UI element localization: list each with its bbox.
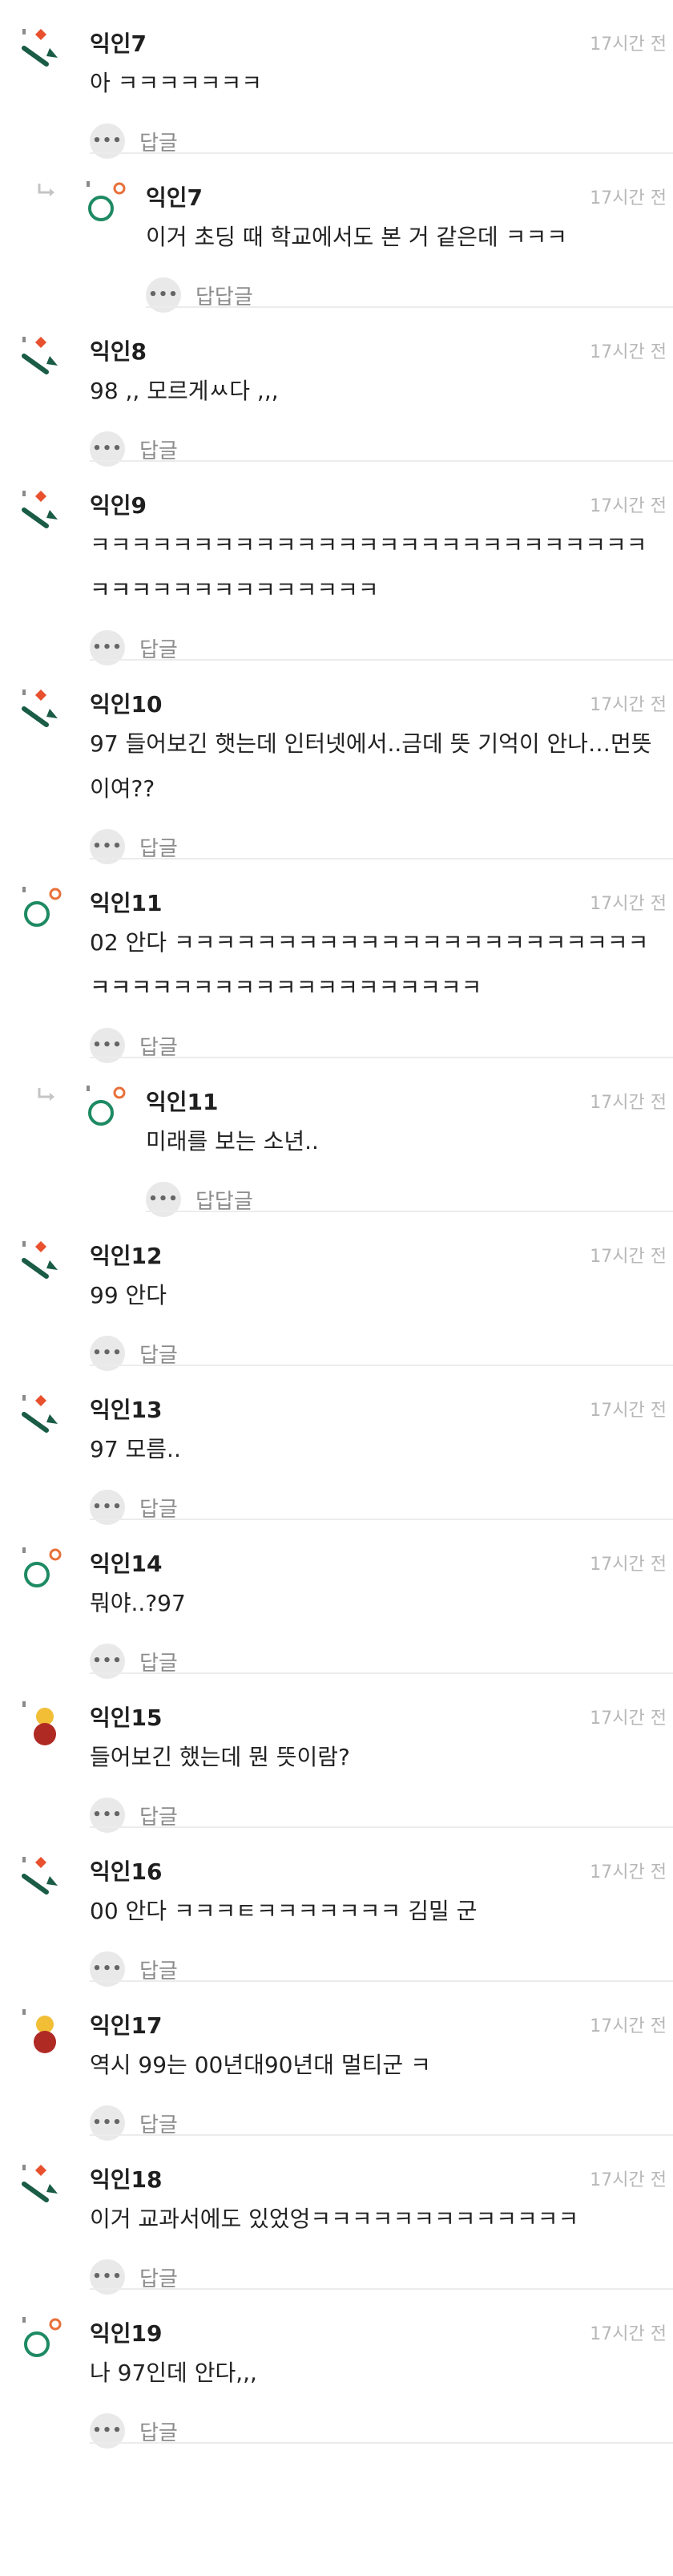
comment-item: 익인13 17시간 전 97 모름.. ••• 답글 bbox=[0, 1366, 673, 1525]
comment-text: 97 모름.. bbox=[90, 1436, 181, 1462]
comment-item: 익인19 17시간 전나 97인데 안다,,, ••• 답글 bbox=[0, 2290, 673, 2449]
comment-item: 익인16 17시간 전 00 안다 ㅋㅋㅋㅌㅋㅋㅋㅋㅋㅋㅋ 김밀 군 ••• 답글 bbox=[0, 1828, 673, 1987]
reply-button[interactable]: 답답글 bbox=[195, 1185, 253, 1215]
snowman-avatar-icon[interactable] bbox=[19, 1696, 67, 1748]
comment-timestamp: 17시간 전 bbox=[590, 188, 667, 208]
comment-timestamp: 17시간 전 bbox=[590, 695, 667, 715]
green-flag-avatar-icon[interactable] bbox=[19, 22, 67, 74]
comment-timestamp: 17시간 전 bbox=[590, 1862, 667, 1882]
reply-arrow-icon bbox=[35, 181, 56, 202]
comment-author[interactable]: 익인16 bbox=[90, 1860, 163, 1884]
comment-timestamp: 17시간 전 bbox=[590, 342, 667, 362]
divider bbox=[90, 2442, 673, 2444]
green-flag-avatar-icon[interactable] bbox=[19, 1389, 67, 1440]
comment-author[interactable]: 익인19 bbox=[90, 2322, 163, 2346]
comment-timestamp: 17시간 전 bbox=[590, 2324, 667, 2344]
reply-button[interactable]: 답글 bbox=[139, 1955, 178, 1984]
comment-item: 익인18 17시간 전 이거 교과서에도 있었엉ㅋㅋㅋㅋㅋㅋㅋㅋㅋㅋㅋㅋㅋ ••• 답글 bbox=[0, 2136, 673, 2295]
comment-author[interactable]: 익인14 bbox=[90, 1552, 163, 1576]
comment-author[interactable]: 익인10 bbox=[90, 693, 163, 717]
comment-text: 00 안다 ㅋㅋㅋㅌㅋㅋㅋㅋㅋㅋㅋ 김밀 군 bbox=[90, 1898, 478, 1924]
comment-item: 익인8 17시간 전 98 ,, 모르게ㅆ다 ,,, ••• 답글 bbox=[0, 308, 673, 467]
comment-author[interactable]: 익인11 bbox=[146, 1090, 219, 1114]
ring-avatar-icon[interactable] bbox=[19, 1543, 67, 1594]
reply-button[interactable]: 답글 bbox=[139, 2416, 178, 2446]
comment-timestamp: 17시간 전 bbox=[590, 496, 667, 516]
comment-text: ㅋㅋㅋㅋㅋㅋㅋㅋㅋㅋㅋㅋㅋㅋ bbox=[90, 576, 379, 603]
comment-text: 97 들어보긴 햇는데 인터넷에서..금데 뜻 기억이 안나…먼뜻 bbox=[90, 730, 652, 757]
reply-button[interactable]: 답글 bbox=[139, 1801, 178, 1830]
ring-avatar-icon[interactable] bbox=[19, 2312, 67, 2364]
reply-button[interactable]: 답글 bbox=[139, 832, 178, 862]
comment-text: 미래를 보는 소년.. bbox=[146, 1128, 319, 1155]
comment-timestamp: 17시간 전 bbox=[590, 2170, 667, 2190]
reply-button[interactable]: 답글 bbox=[139, 435, 178, 464]
comment-author[interactable]: 익인11 bbox=[90, 892, 163, 916]
comment-author[interactable]: 익인9 bbox=[90, 494, 147, 518]
comment-item: 익인11 17시간 전 02 안다 ㅋㅋㅋㅋㅋㅋㅋㅋㅋㅋㅋㅋㅋㅋㅋㅋㅋㅋㅋㅋㅋㅋㅋㅋ… bbox=[0, 859, 673, 1063]
green-flag-avatar-icon[interactable] bbox=[19, 1850, 67, 1902]
reply-button[interactable]: 답글 bbox=[139, 1031, 178, 1061]
green-flag-avatar-icon[interactable] bbox=[19, 484, 67, 536]
reply-button[interactable]: 답글 bbox=[139, 1339, 178, 1369]
reply-comment: 익인11 17시간 전 미래를 보는 소년.. ••• 답답글 bbox=[0, 1058, 673, 1217]
comment-author[interactable]: 익인12 bbox=[90, 1244, 163, 1268]
comment-item: 익인9 17시간 전 ㅋㅋㅋㅋㅋㅋㅋㅋㅋㅋㅋㅋㅋㅋㅋㅋㅋㅋㅋㅋㅋㅋㅋㅋㅋㅋㅋㅋㅋㅋㅋ… bbox=[0, 462, 673, 665]
ring-avatar-icon[interactable] bbox=[19, 882, 67, 933]
comment-author[interactable]: 익인15 bbox=[90, 1706, 163, 1730]
comment-text: 98 ,, 모르게ㅆ다 ,,, bbox=[90, 378, 279, 404]
green-flag-avatar-icon[interactable] bbox=[19, 330, 67, 382]
reply-button[interactable]: 답글 bbox=[139, 2263, 178, 2292]
comment-text: 이여?? bbox=[90, 775, 155, 802]
comment-text: 나 97인데 안다,,, bbox=[90, 2360, 257, 2386]
comment-text: 들어보긴 했는데 뭔 뜻이람? bbox=[90, 1744, 350, 1770]
comment-item: 익인15 17시간 전 들어보긴 했는데 뭔 뜻이람? ••• 답글 bbox=[0, 1674, 673, 1833]
comment-author[interactable]: 익인17 bbox=[90, 2014, 163, 2038]
comment-text: ㅋㅋㅋㅋㅋㅋㅋㅋㅋㅋㅋㅋㅋㅋㅋㅋㅋㅋㅋ bbox=[90, 974, 482, 1001]
comment-item: 익인17 17시간 전 역시 99는 00년대90년대 멀티군 ㅋ ••• 답글 bbox=[0, 1982, 673, 2141]
comment-text: 뭐야..?97 bbox=[90, 1590, 186, 1616]
snowman-avatar-icon[interactable] bbox=[19, 2004, 67, 2056]
comment-item: 익인14 17시간 전 뭐야..?97 ••• 답글 bbox=[0, 1520, 673, 1679]
comment-text: 역시 99는 00년대90년대 멀티군 ㅋ bbox=[90, 2052, 431, 2078]
comment-timestamp: 17시간 전 bbox=[590, 1709, 667, 1729]
comment-author[interactable]: 익인7 bbox=[146, 186, 203, 210]
comment-item: 익인7 17시간 전아 ㅋㅋㅋㅋㅋㅋㅋ ••• 답글 bbox=[0, 0, 673, 159]
reply-button[interactable]: 답글 bbox=[139, 1493, 178, 1523]
comment-author[interactable]: 익인8 bbox=[90, 340, 147, 364]
reply-button[interactable]: 답답글 bbox=[195, 281, 253, 310]
reply-button[interactable]: 답글 bbox=[139, 1647, 178, 1676]
comment-timestamp: 17시간 전 bbox=[590, 2016, 667, 2036]
reply-comment: 익인7 17시간 전 이거 초딩 때 학교에서도 본 거 같은데 ㅋㅋㅋ ••• 답답글 bbox=[0, 154, 673, 313]
reply-button[interactable]: 답글 bbox=[139, 2109, 178, 2138]
comment-text: 이거 교과서에도 있었엉ㅋㅋㅋㅋㅋㅋㅋㅋㅋㅋㅋㅋㅋ bbox=[90, 2206, 579, 2232]
comment-author[interactable]: 익인13 bbox=[90, 1398, 163, 1422]
reply-button[interactable]: 답글 bbox=[139, 633, 178, 663]
comment-text: 아 ㅋㅋㅋㅋㅋㅋㅋ bbox=[90, 70, 262, 96]
comment-timestamp: 17시간 전 bbox=[590, 1247, 667, 1267]
comment-timestamp: 17시간 전 bbox=[590, 34, 667, 55]
comment-timestamp: 17시간 전 bbox=[590, 1401, 667, 1421]
comment-text: 이거 초딩 때 학교에서도 본 거 같은데 ㅋㅋㅋ bbox=[146, 224, 567, 250]
comment-timestamp: 17시간 전 bbox=[590, 1093, 667, 1113]
comment-item: 익인10 17시간 전 97 들어보긴 햇는데 인터넷에서..금데 뜻 기억이 안나… bbox=[0, 661, 673, 864]
comment-timestamp: 17시간 전 bbox=[590, 1555, 667, 1575]
reply-button[interactable]: 답글 bbox=[139, 127, 178, 156]
comment-author[interactable]: 익인7 bbox=[90, 32, 147, 56]
comment-item: 익인12 17시간 전 99 안다 ••• 답글 bbox=[0, 1212, 673, 1371]
comment-text: 99 안다 bbox=[90, 1282, 167, 1308]
reply-arrow-icon bbox=[35, 1086, 56, 1106]
green-flag-avatar-icon[interactable] bbox=[19, 1235, 67, 1286]
green-flag-avatar-icon[interactable] bbox=[19, 683, 67, 734]
ring-avatar-icon[interactable] bbox=[83, 1081, 131, 1132]
green-flag-avatar-icon[interactable] bbox=[19, 2158, 67, 2210]
comment-timestamp: 17시간 전 bbox=[590, 894, 667, 914]
ring-avatar-icon[interactable] bbox=[83, 176, 131, 228]
comment-author[interactable]: 익인18 bbox=[90, 2168, 163, 2192]
